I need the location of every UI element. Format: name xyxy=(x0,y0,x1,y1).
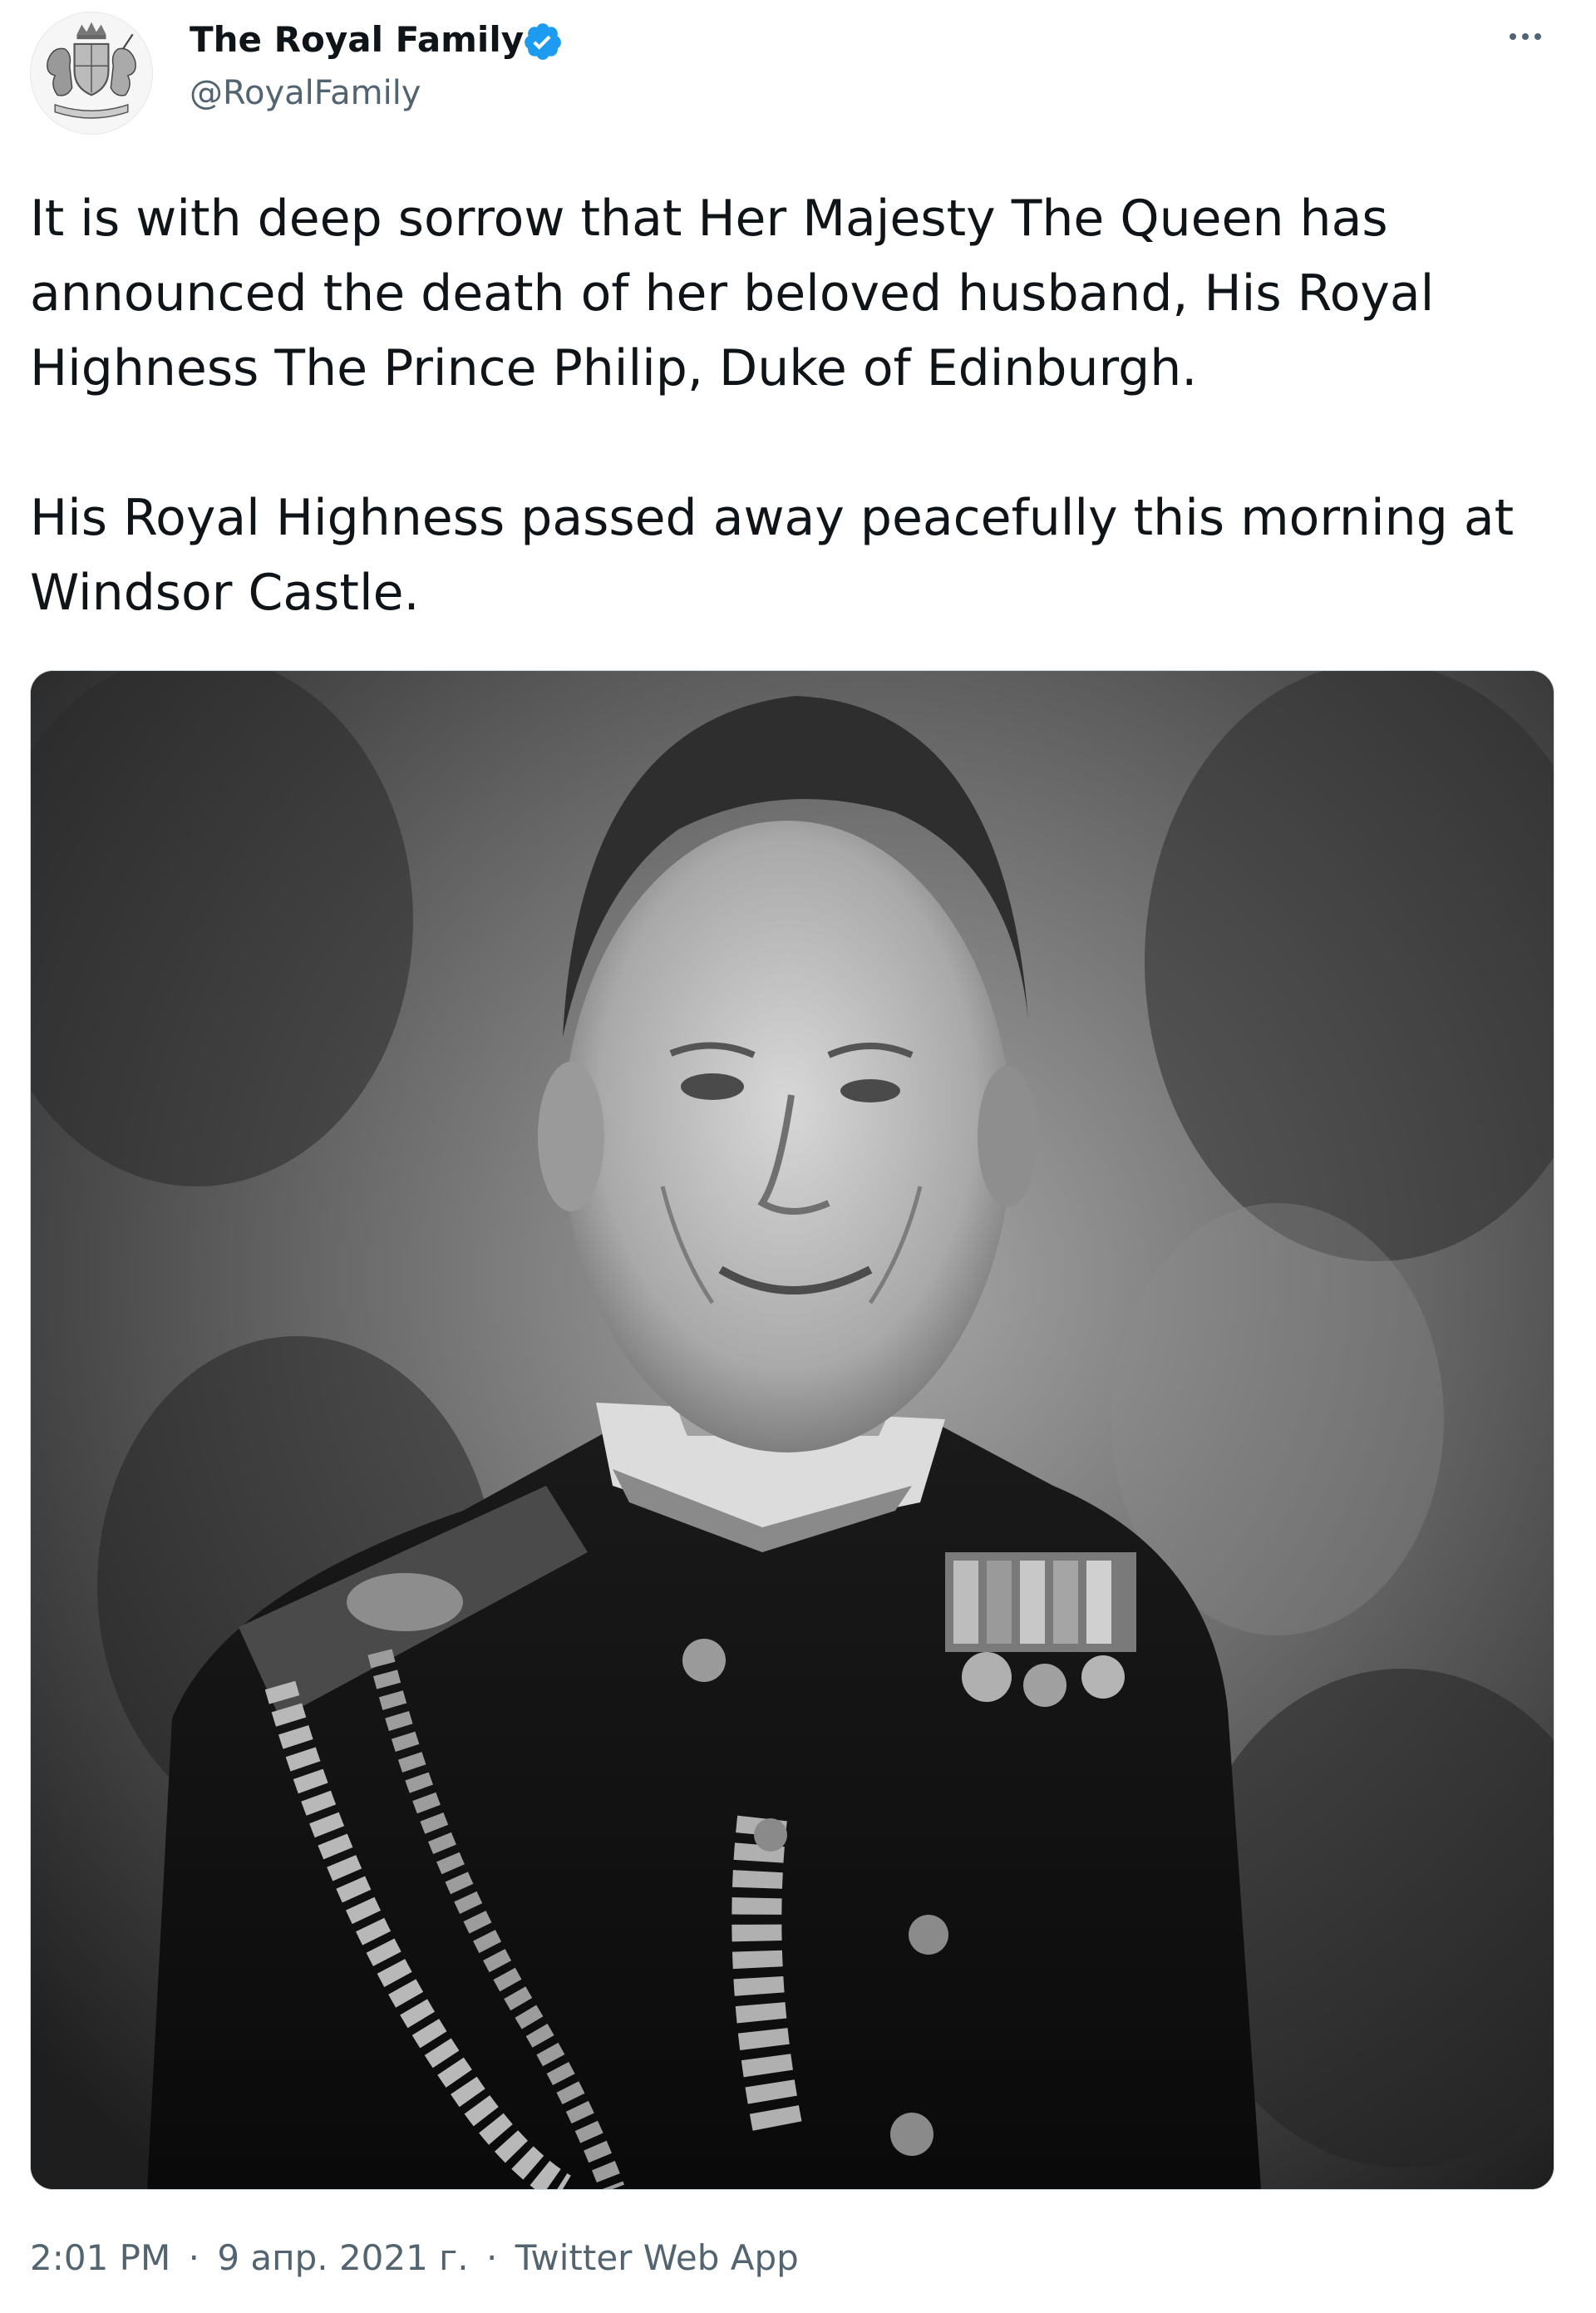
meta-separator: · xyxy=(485,2237,498,2278)
more-options-icon[interactable] xyxy=(1496,20,1554,53)
avatar[interactable] xyxy=(30,12,153,135)
tweet-meta: 2:01 PM · 9 апр. 2021 г. · Twitter Web A… xyxy=(30,2235,799,2281)
tweet-date[interactable]: 9 апр. 2021 г. xyxy=(217,2237,468,2278)
meta-separator: · xyxy=(188,2237,200,2278)
verified-badge-icon xyxy=(522,21,564,62)
tweet-paragraph: It is with deep sorrow that Her Majesty … xyxy=(30,190,1435,397)
tweet-card: The Royal Family @RoyalFamily It is with… xyxy=(0,0,1596,2313)
tweet-photo[interactable] xyxy=(30,670,1554,2190)
coat-of-arms-icon xyxy=(31,12,152,134)
tweet-text: It is with deep sorrow that Her Majesty … xyxy=(30,181,1559,630)
author-handle[interactable]: @RoyalFamily xyxy=(190,72,421,115)
tweet-paragraph: His Royal Highness passed away peacefull… xyxy=(30,489,1515,622)
tweet-time[interactable]: 2:01 PM xyxy=(30,2237,170,2278)
author-name[interactable]: The Royal Family xyxy=(190,17,524,63)
tweet-source[interactable]: Twitter Web App xyxy=(515,2237,799,2278)
